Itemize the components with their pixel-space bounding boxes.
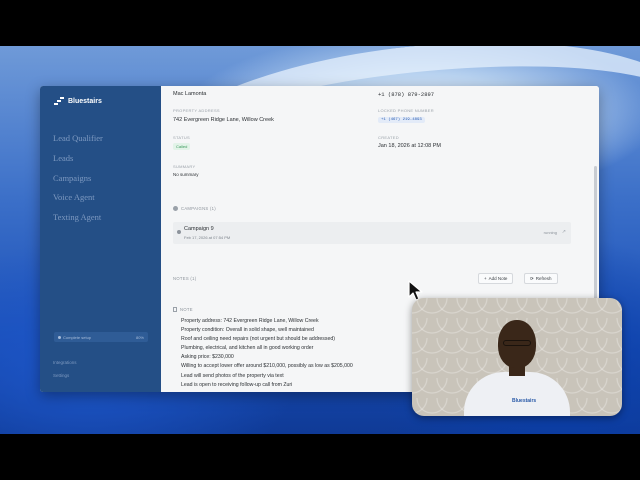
- sidebar-link-settings[interactable]: Settings: [53, 373, 69, 378]
- campaigns-header: CAMPAIGNS (1): [173, 206, 216, 211]
- note-line: Lead will send photos of the property vi…: [181, 372, 284, 379]
- refresh-label: Refresh: [535, 276, 552, 281]
- add-note-label: Add Note: [488, 276, 508, 281]
- status-label: STATUS: [173, 135, 190, 140]
- lead-name: Mac Lamonta: [173, 91, 207, 97]
- campaign-row[interactable]: Campaign 9 Feb 17, 2026 at 07:54 PM runn…: [173, 222, 571, 244]
- campaigns-header-text: CAMPAIGNS (1): [181, 206, 216, 211]
- brand[interactable]: Bluestairs: [54, 97, 102, 106]
- setup-progress: 80%: [135, 334, 144, 340]
- sidebar-item-texting-agent[interactable]: Texting Agent: [53, 211, 103, 231]
- lead-phone: +1 (878) 879-2897: [378, 91, 435, 98]
- locked-phone-label: LOCKED PHONE NUMBER: [378, 108, 434, 113]
- webcam-overlay: Bluestairs: [412, 298, 622, 416]
- note-header: NOTE: [173, 307, 193, 312]
- note-doc-icon: [173, 307, 177, 312]
- campaign-name: Campaign 9: [184, 226, 214, 232]
- presenter-glasses: [503, 340, 531, 346]
- campaign-icon: [173, 206, 178, 211]
- property-address-label: PROPERTY ADDRESS: [173, 108, 220, 113]
- created-value: Jan 18, 2026 at 12:08 PM: [378, 143, 441, 149]
- created-label: CREATED: [378, 135, 399, 140]
- campaign-status: running: [543, 230, 557, 235]
- locked-phone-value: +1 (467) 219-4893: [378, 117, 425, 123]
- presenter-body: [464, 372, 570, 416]
- sidebar-item-campaigns[interactable]: Campaigns: [53, 172, 103, 192]
- summary-label: SUMMARY: [173, 164, 196, 169]
- video-letterbox-bottom: [0, 434, 640, 480]
- campaign-status-dot-icon: [177, 230, 181, 234]
- note-line: Asking price: $230,000: [181, 354, 234, 361]
- brand-name: Bluestairs: [68, 98, 102, 105]
- property-address-value: 742 Evergreen Ridge Lane, Willow Creek: [173, 117, 274, 123]
- refresh-icon: ⟳: [530, 275, 534, 281]
- plus-icon: +: [484, 276, 487, 281]
- setup-status-icon: [58, 335, 61, 339]
- sidebar-item-leads[interactable]: Leads: [53, 152, 103, 172]
- notes-header-text: NOTES (1): [173, 276, 197, 281]
- sidebar-item-lead-qualifier[interactable]: Lead Qualifier: [53, 132, 103, 152]
- notes-header: NOTES (1): [173, 276, 196, 281]
- note-line: Property condition: Overall in solid sha…: [181, 327, 314, 334]
- note-label: NOTE: [180, 307, 193, 312]
- external-link-icon[interactable]: ↗: [562, 229, 566, 235]
- status-badge: Called: [173, 143, 191, 150]
- note-line: Plumbing, electrical, and kitchen all in…: [181, 345, 314, 352]
- note-line: Lead is open to receiving follow-up call…: [181, 381, 293, 388]
- note-content: Property address: 742 Evergreen Ridge La…: [181, 317, 353, 390]
- sidebar-item-voice-agent[interactable]: Voice Agent: [53, 191, 103, 211]
- sidebar-nav: Lead Qualifier Leads Campaigns Voice Age…: [53, 132, 103, 231]
- sidebar: Bluestairs Lead Qualifier Leads Campaign…: [40, 86, 161, 392]
- complete-setup-button[interactable]: Complete setup 80%: [54, 332, 148, 342]
- video-letterbox-top: [0, 0, 640, 46]
- setup-label: Complete setup: [63, 334, 92, 340]
- add-note-button[interactable]: + Add Note: [478, 273, 514, 284]
- note-line: Property address: 742 Evergreen Ridge La…: [181, 318, 319, 324]
- sidebar-link-integrations[interactable]: Integrations: [53, 360, 77, 365]
- campaign-date: Feb 17, 2026 at 07:54 PM: [184, 235, 231, 240]
- scrollbar[interactable]: [594, 166, 597, 306]
- bluestairs-logo-icon: [54, 97, 64, 106]
- summary-value: No summary: [173, 172, 199, 177]
- refresh-button[interactable]: ⟳ Refresh: [524, 273, 558, 284]
- shirt-logo: Bluestairs: [512, 398, 537, 404]
- note-line: Roof and ceiling need repairs (not urgen…: [181, 336, 335, 343]
- note-line: Willing to accept lower offer around $21…: [181, 363, 353, 370]
